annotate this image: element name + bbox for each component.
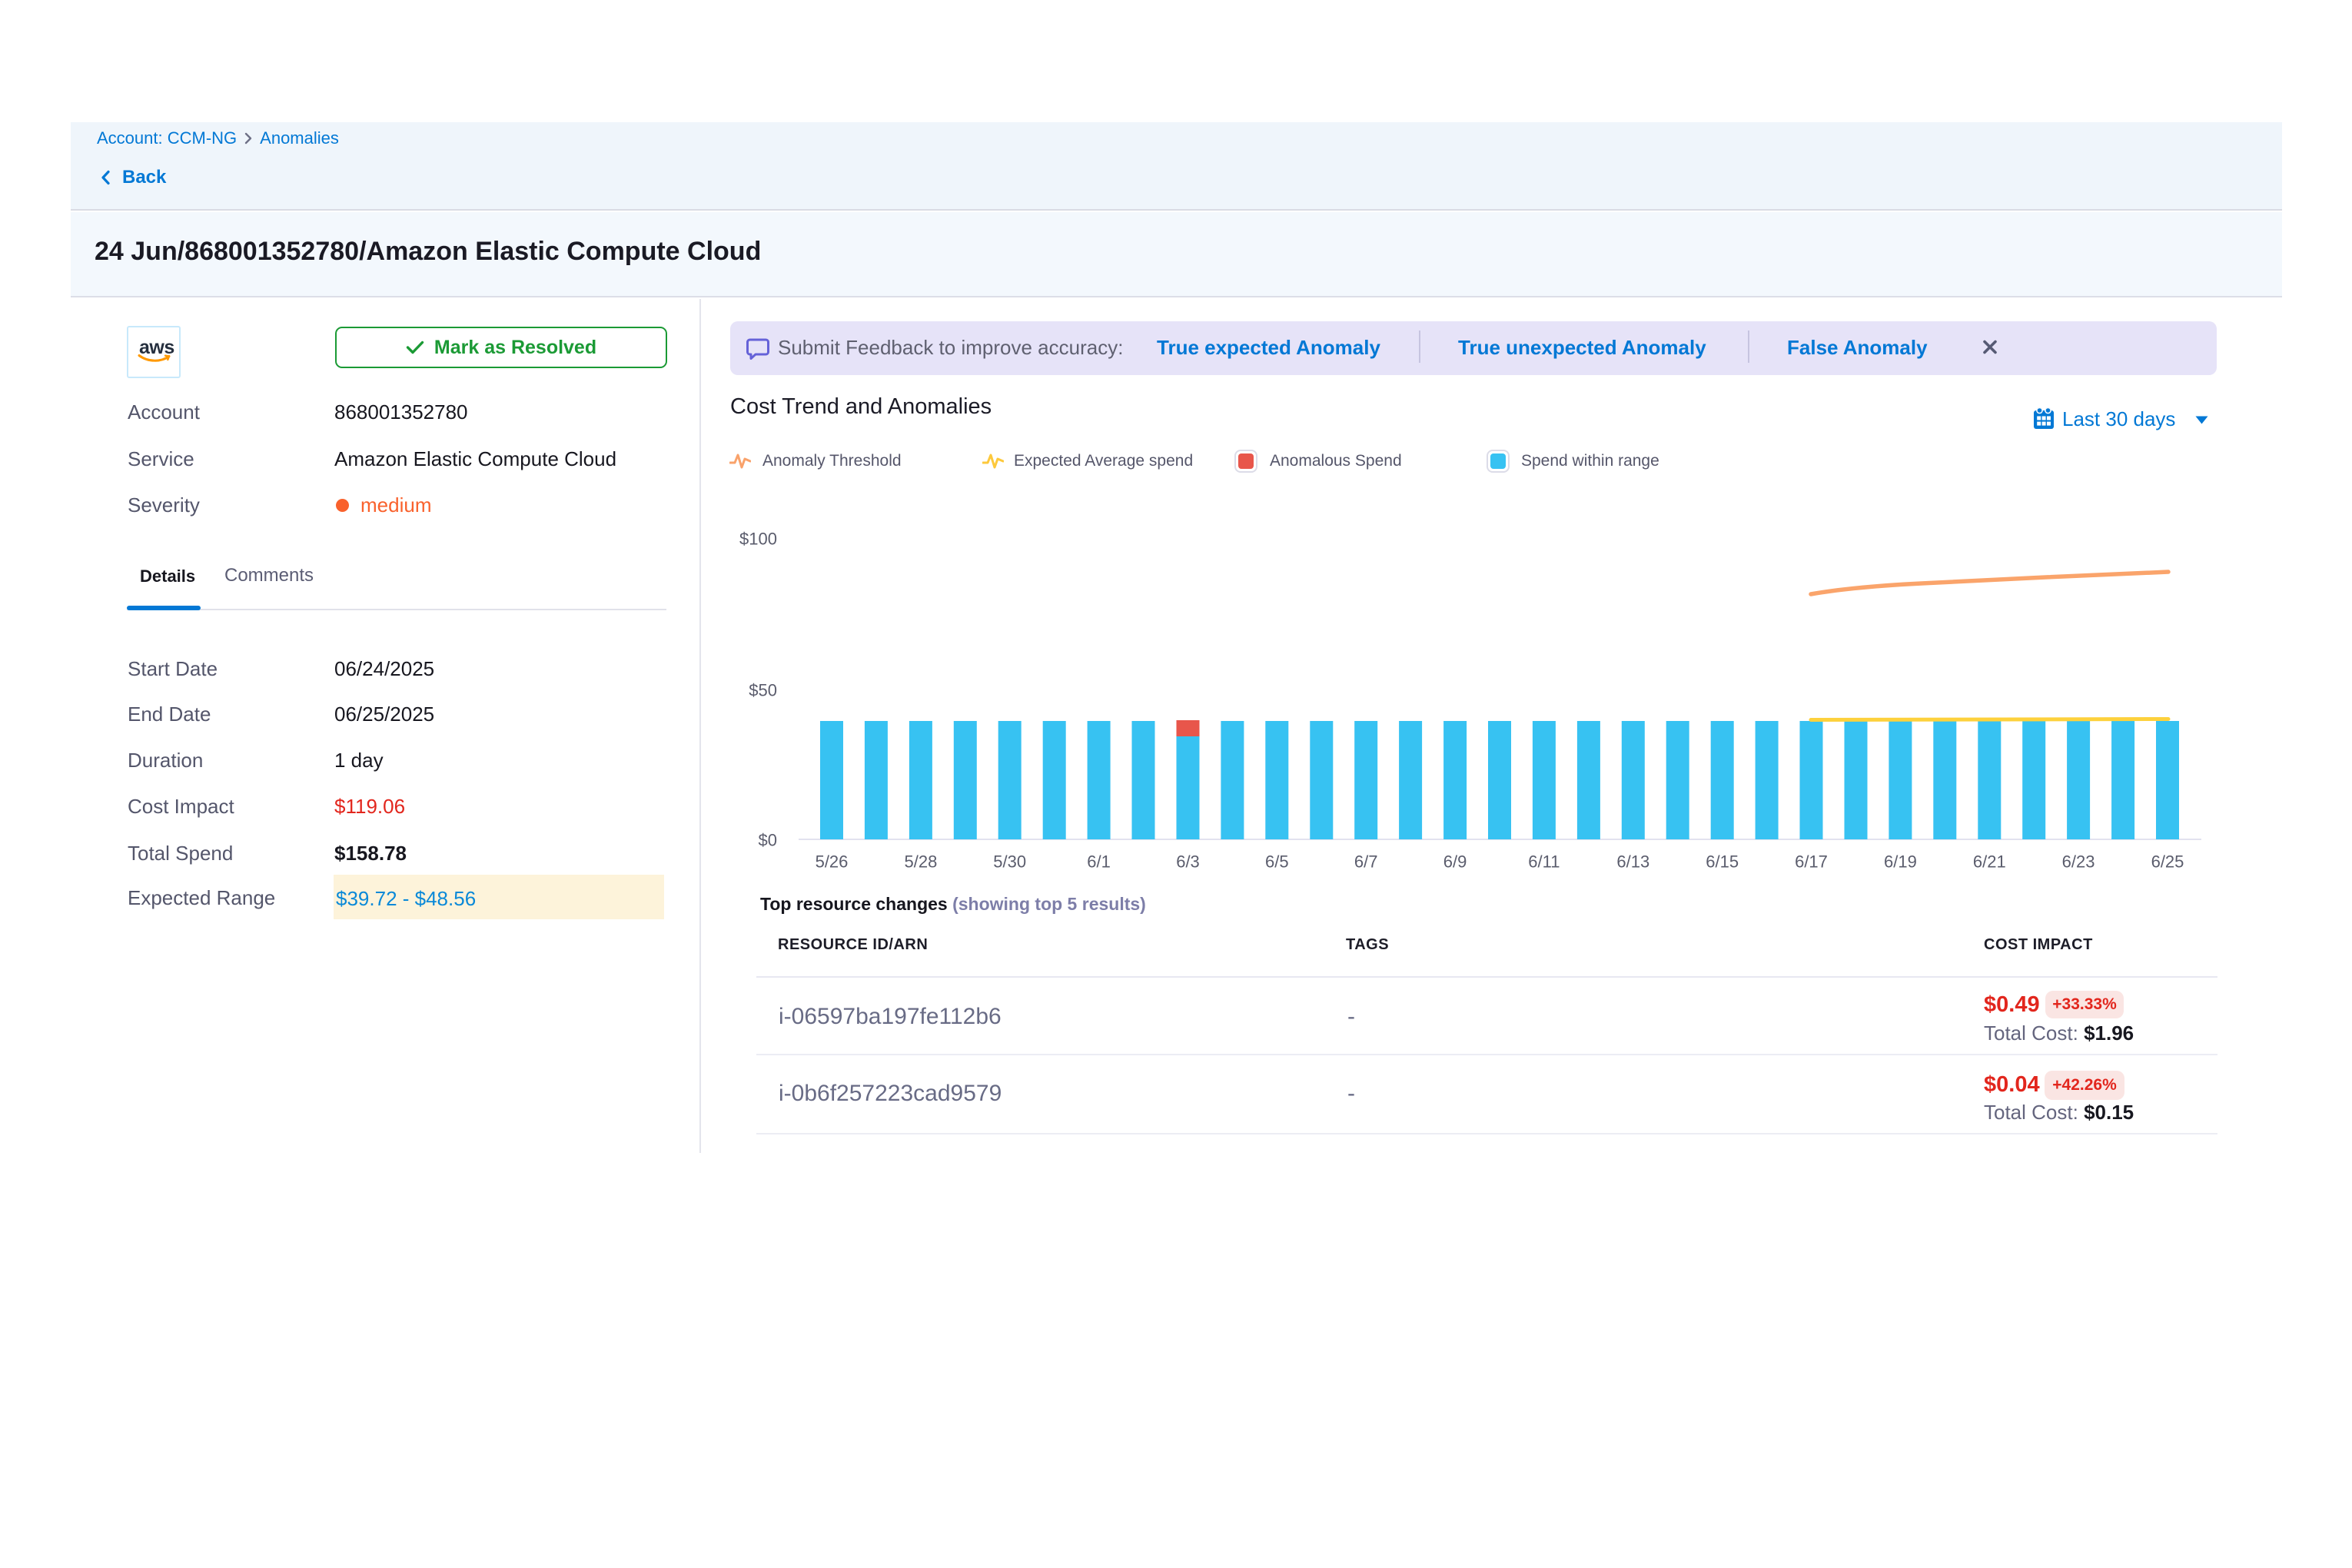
svg-text:6/25: 6/25 xyxy=(2151,852,2184,872)
svg-text:5/30: 5/30 xyxy=(993,852,1026,872)
svg-text:6/19: 6/19 xyxy=(1884,852,1917,872)
svg-text:6/15: 6/15 xyxy=(1706,852,1739,872)
svg-text:6/23: 6/23 xyxy=(2062,852,2095,872)
svg-text:$50: $50 xyxy=(749,681,777,700)
svg-text:5/26: 5/26 xyxy=(816,852,849,872)
svg-text:6/5: 6/5 xyxy=(1265,852,1289,872)
svg-text:6/21: 6/21 xyxy=(1973,852,2006,872)
svg-text:5/28: 5/28 xyxy=(904,852,937,872)
svg-text:$100: $100 xyxy=(739,530,777,549)
svg-text:$0: $0 xyxy=(759,831,777,850)
svg-text:6/13: 6/13 xyxy=(1616,852,1649,872)
svg-text:6/3: 6/3 xyxy=(1176,852,1200,872)
svg-text:6/7: 6/7 xyxy=(1354,852,1378,872)
svg-text:6/17: 6/17 xyxy=(1795,852,1828,872)
svg-text:6/9: 6/9 xyxy=(1443,852,1467,872)
svg-text:6/11: 6/11 xyxy=(1528,852,1560,872)
svg-text:6/1: 6/1 xyxy=(1087,852,1111,872)
